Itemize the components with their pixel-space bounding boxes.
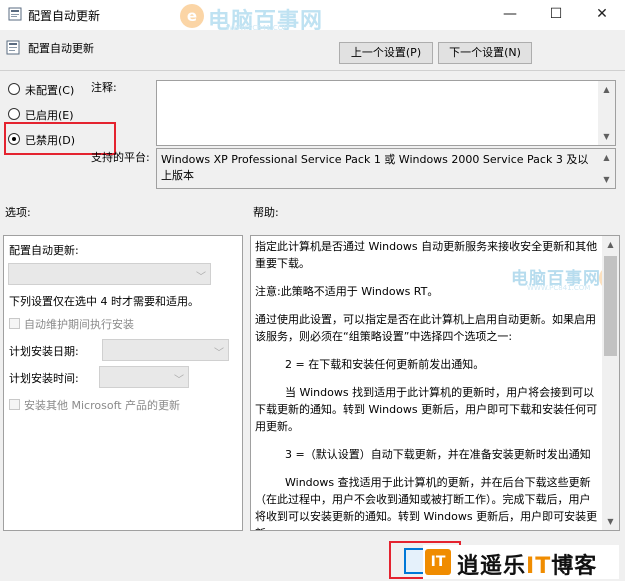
options-note: 下列设置仅在选中 4 时才需要和适用。 — [9, 295, 199, 308]
radio-circle-icon — [8, 83, 20, 95]
help-paragraph: 3 =（默认设置）自动下载更新，并在准备安装更新时发出通知 — [285, 448, 591, 461]
scroll-thumb[interactable] — [604, 256, 617, 356]
options-panel: 配置自动更新: ﹀ 下列设置仅在选中 4 时才需要和适用。 自动维护期间执行安装… — [3, 235, 243, 531]
help-scrollbar[interactable]: ▲ ▼ — [602, 236, 619, 530]
radio-label: 已禁用(D) — [25, 134, 76, 147]
scroll-up-icon[interactable]: ▲ — [598, 81, 615, 98]
watermark-url: WWW.PC841.COM — [527, 284, 591, 292]
comment-scrollbar[interactable]: ▲ ▼ — [598, 81, 615, 145]
schedule-time-label: 计划安装时间: — [9, 372, 79, 385]
maintenance-checkbox-label: 自动维护期间执行安装 — [24, 318, 134, 331]
platform-label: 支持的平台: — [91, 151, 150, 164]
configure-dropdown[interactable]: ﹀ — [8, 263, 211, 285]
title-bar: 配置自动更新 e 电脑百事网 WWW.PC841.COM — ☐ ✕ — [0, 0, 625, 34]
schedule-day-label: 计划安装日期: — [9, 345, 79, 358]
window-title: 配置自动更新 — [28, 9, 101, 23]
maintenance-checkbox[interactable] — [9, 318, 20, 329]
policy-setting-icon — [6, 40, 20, 55]
help-paragraph: Windows 查找适用于此计算机的更新，并在后台下载这些更新（在此过程中，用户… — [255, 476, 598, 530]
other-products-checkbox-label: 安装其他 Microsoft 产品的更新 — [24, 399, 181, 412]
help-paragraph: 2 = 在下载和安装任何更新前发出通知。 — [285, 358, 485, 371]
configure-label: 配置自动更新: — [9, 244, 79, 257]
schedule-time-dropdown[interactable]: ﹀ — [99, 366, 189, 388]
other-products-checkbox[interactable] — [9, 399, 20, 410]
scroll-down-icon[interactable]: ▼ — [598, 171, 615, 188]
scroll-up-icon[interactable]: ▲ — [598, 149, 615, 166]
brand-name: 逍遥乐IT博客 — [457, 554, 598, 579]
close-button[interactable]: ✕ — [579, 0, 625, 30]
chevron-down-icon: ﹀ — [174, 375, 184, 386]
scroll-down-icon[interactable]: ▼ — [598, 128, 615, 145]
options-title: 选项: — [5, 206, 31, 219]
chevron-down-icon: ﹀ — [214, 348, 224, 359]
brand-watermark: IT 逍遥乐IT博客 — [423, 545, 619, 579]
watermark-logo-icon: e — [180, 4, 204, 28]
maximize-button[interactable]: ☐ — [533, 0, 579, 30]
help-panel: 指定此计算机是否通过 Windows 自动更新服务来接收安全更新和其他重要下载。… — [250, 235, 620, 531]
comment-label: 注释: — [91, 81, 117, 94]
policy-name: 配置自动更新 — [28, 42, 94, 55]
radio-enabled[interactable]: 已启用(E) — [8, 106, 108, 122]
comment-textarea[interactable]: ▲ ▼ — [156, 80, 616, 146]
scroll-up-icon[interactable]: ▲ — [602, 236, 619, 253]
previous-setting-button[interactable]: 上一个设置(P) — [339, 42, 433, 64]
scroll-down-icon[interactable]: ▼ — [602, 513, 619, 530]
help-paragraph: 通过使用此设置，可以指定是否在此计算机上启用自动更新。如果启用该服务，则必须在“… — [255, 313, 596, 343]
radio-disabled[interactable]: 已禁用(D) — [8, 131, 108, 147]
minimize-button[interactable]: — — [487, 0, 533, 30]
chevron-down-icon: ﹀ — [196, 272, 206, 283]
radio-label: 已启用(E) — [25, 109, 74, 122]
divider — [0, 70, 625, 71]
platform-scrollbar[interactable]: ▲ ▼ — [598, 149, 615, 188]
help-title: 帮助: — [253, 206, 279, 219]
policy-settings-icon — [8, 7, 22, 21]
platform-value: Windows XP Professional Service Pack 1 或… — [161, 153, 589, 182]
next-setting-button[interactable]: 下一个设置(N) — [438, 42, 532, 64]
platform-box: Windows XP Professional Service Pack 1 或… — [156, 148, 616, 189]
radio-selected-icon — [8, 133, 20, 145]
brand-logo-icon: IT — [425, 549, 451, 575]
schedule-day-dropdown[interactable]: ﹀ — [102, 339, 229, 361]
help-paragraph: 当 Windows 找到适用于此计算机的更新时，用户将会接到可以下载更新的通知。… — [255, 386, 598, 433]
radio-circle-icon — [8, 108, 20, 120]
radio-label: 未配置(C) — [25, 84, 75, 97]
